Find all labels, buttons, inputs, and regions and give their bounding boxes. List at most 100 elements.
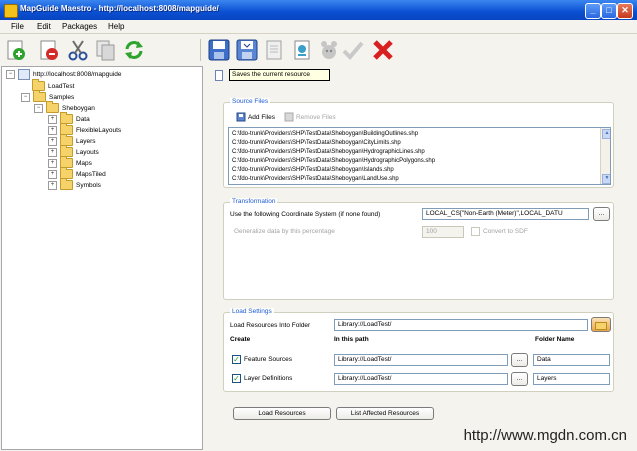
title-bar: MapGuide Maestro - http://localhost:8008… — [0, 0, 637, 20]
save-as-icon — [236, 39, 258, 61]
feature-sources-browse-button[interactable]: ... — [511, 353, 528, 367]
collapse-icon[interactable]: − — [6, 70, 15, 79]
menu-file[interactable]: File — [11, 22, 24, 31]
col-create-header: Create — [230, 336, 251, 343]
list-item[interactable]: C:\fdo-trunk\Providers\SHP\TestData\Sheb… — [232, 157, 435, 165]
folder-icon — [595, 322, 607, 330]
tree-item-layers[interactable]: + Layers — [48, 134, 96, 147]
tree-item-mapstiled[interactable]: + MapsTiled — [48, 167, 106, 180]
delete-red-icon — [40, 40, 58, 60]
coord-system-label: Use the following Coordinate System (if … — [230, 211, 381, 218]
preview-button[interactable] — [290, 38, 314, 62]
load-resources-button[interactable]: Load Resources — [233, 407, 331, 420]
list-item[interactable]: C:\fdo-trunk\Providers\SHP\TestData\Sheb… — [232, 148, 425, 156]
resource-tree[interactable]: − http://localhost:8008/mapguide LoadTest… — [1, 66, 203, 450]
toolbar — [0, 35, 637, 65]
tree-item-flexiblelayouts[interactable]: + FlexibleLayouts — [48, 123, 122, 136]
feature-sources-folder-input[interactable]: Data — [533, 354, 610, 366]
document-icon — [215, 70, 223, 81]
close-button[interactable]: ✕ — [617, 3, 633, 19]
layer-definitions-label: Layer Definitions — [244, 375, 293, 382]
source-files-list[interactable]: C:\fdo-trunk\Providers\SHP\TestData\Sheb… — [228, 127, 611, 185]
save-icon — [208, 39, 230, 61]
collapse-icon[interactable]: − — [34, 103, 43, 113]
copy-resource-button[interactable] — [262, 38, 286, 62]
cut-button[interactable] — [66, 38, 90, 62]
remove-files-button[interactable]: Remove Files — [284, 112, 336, 123]
feature-sources-path-input[interactable]: Library://LoadTest/ — [334, 354, 508, 366]
list-item[interactable]: C:\fdo-trunk\Providers\SHP\TestData\Sheb… — [232, 130, 418, 138]
list-item[interactable]: C:\fdo-trunk\Providers\SHP\TestData\Sheb… — [232, 139, 401, 147]
profile-button[interactable] — [317, 38, 341, 62]
list-affected-resources-button[interactable]: List Affected Resources — [336, 407, 434, 420]
save-tooltip: Saves the current resource — [229, 69, 330, 81]
expand-icon[interactable]: + — [48, 158, 57, 168]
layer-definitions-checkbox[interactable]: ✓ — [232, 374, 241, 383]
expand-icon[interactable]: + — [48, 125, 57, 135]
new-resource-button[interactable] — [5, 38, 29, 62]
watermark-text: http://www.mgdn.com.cn — [463, 427, 627, 444]
tree-item-label: Sheboygan — [62, 105, 95, 112]
copy-doc-icon — [266, 40, 282, 60]
menu-packages[interactable]: Packages — [62, 22, 97, 31]
tree-item-symbols[interactable]: + Symbols — [48, 178, 101, 191]
scroll-up-icon[interactable]: ▲ — [602, 129, 610, 139]
save-as-button[interactable] — [235, 38, 259, 62]
tree-item-label: Data — [76, 116, 90, 123]
minimize-button[interactable]: _ — [585, 3, 601, 19]
folder-icon — [33, 90, 46, 103]
generalize-stepper[interactable]: 100 — [422, 226, 464, 238]
layer-definitions-path-input[interactable]: Library://LoadTest/ — [334, 373, 508, 385]
load-settings-group: Load Settings Load Resources Into Folder… — [223, 308, 614, 392]
add-files-button[interactable]: Add Files — [236, 112, 275, 123]
copy-button[interactable] — [94, 38, 118, 62]
close-resource-button[interactable] — [371, 38, 395, 62]
expand-icon[interactable]: + — [48, 180, 57, 190]
collapse-icon[interactable]: − — [21, 92, 30, 102]
menu-help[interactable]: Help — [108, 22, 124, 31]
validate-button[interactable] — [341, 38, 365, 62]
coord-browse-button[interactable]: ... — [593, 207, 610, 221]
close-x-icon — [373, 40, 393, 60]
feature-sources-checkbox[interactable]: ✓ — [232, 355, 241, 364]
tree-item-label: Layers — [76, 138, 96, 145]
expand-icon[interactable]: + — [48, 147, 57, 157]
coord-system-input[interactable]: LOCAL_CS["Non-Earth (Meter)",LOCAL_DATU — [422, 208, 589, 220]
cut-scissors-icon — [68, 40, 88, 61]
tree-item-maps[interactable]: + Maps — [48, 156, 92, 169]
tree-item-label: FlexibleLayouts — [76, 127, 122, 134]
refresh-button[interactable] — [122, 38, 146, 62]
new-green-icon — [7, 40, 25, 60]
menu-bar: File Edit Packages Help — [0, 20, 637, 34]
load-settings-legend: Load Settings — [230, 308, 274, 315]
folder-icon — [46, 101, 59, 114]
list-item[interactable]: C:\fdo-trunk\Providers\SHP\TestData\Sheb… — [232, 166, 394, 174]
scroll-down-icon[interactable]: ▼ — [602, 174, 610, 184]
tree-item-layouts[interactable]: + Layouts — [48, 145, 99, 158]
generalize-label: Generalize data by this percentage — [234, 228, 335, 235]
load-folder-input[interactable]: Library://LoadTest/ — [334, 319, 588, 331]
feature-sources-label: Feature Sources — [244, 356, 293, 363]
tree-item-label: Symbols — [76, 182, 101, 189]
layer-definitions-folder-input[interactable]: Layers — [533, 373, 610, 385]
expand-icon[interactable]: + — [48, 169, 57, 179]
convert-sdf-checkbox[interactable] — [471, 227, 480, 236]
expand-icon[interactable]: + — [48, 114, 57, 124]
tree-item-data[interactable]: + Data — [48, 112, 90, 125]
list-item[interactable]: C:\fdo-trunk\Providers\SHP\TestData\Sheb… — [232, 175, 399, 183]
list-scrollbar[interactable]: ▲ ▼ — [600, 128, 610, 184]
toolbar-separator — [200, 39, 201, 61]
tree-root[interactable]: − http://localhost:8008/mapguide — [6, 69, 122, 80]
remove-files-icon — [284, 112, 294, 122]
delete-resource-button[interactable] — [38, 38, 62, 62]
layer-definitions-browse-button[interactable]: ... — [511, 372, 528, 386]
load-folder-browse-button[interactable] — [591, 317, 611, 332]
save-button[interactable] — [207, 38, 231, 62]
tree-item-label: Samples — [49, 94, 75, 101]
col-path-header: In this path — [334, 336, 369, 343]
menu-edit[interactable]: Edit — [37, 22, 51, 31]
expand-icon[interactable]: + — [48, 136, 57, 146]
maximize-button[interactable]: □ — [601, 3, 617, 19]
copy-icon — [96, 40, 115, 61]
preview-icon — [294, 40, 310, 60]
